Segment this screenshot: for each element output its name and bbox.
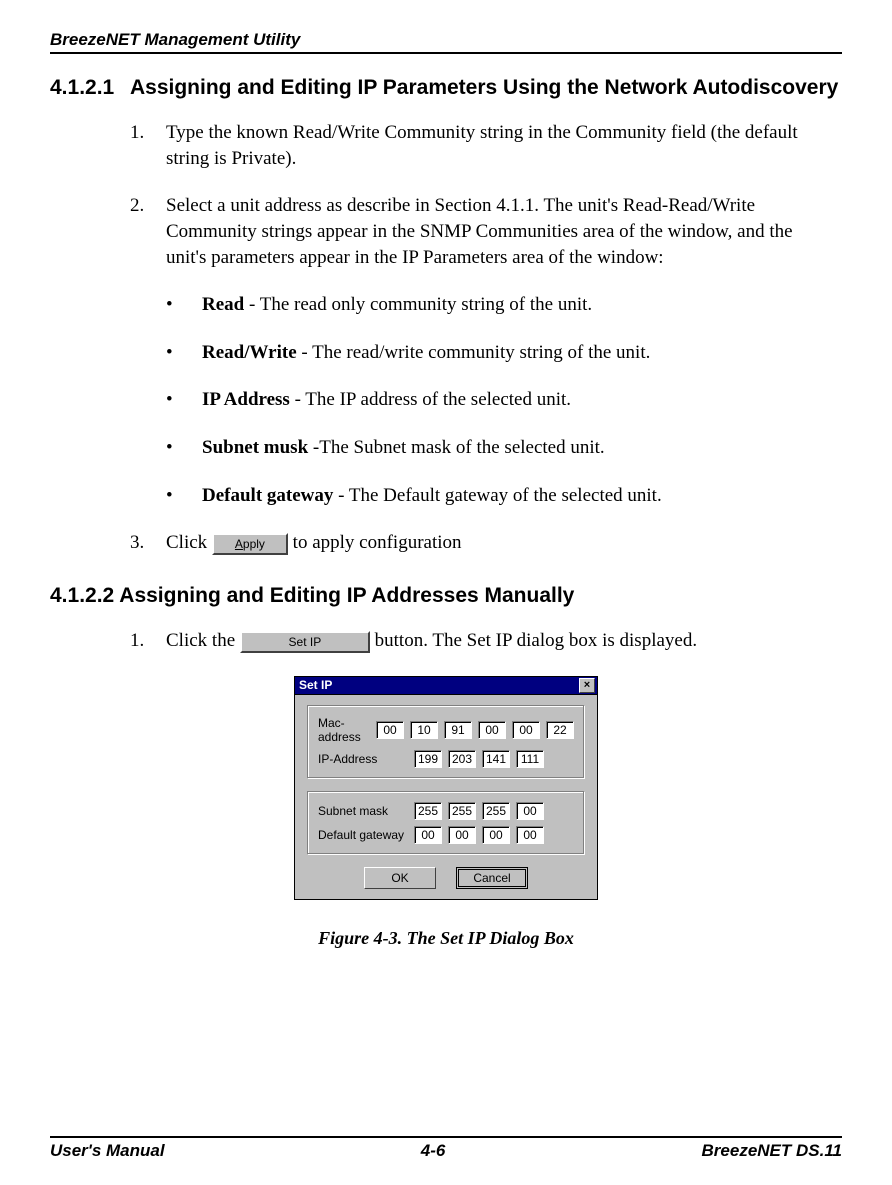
bullet-icon: • (166, 435, 202, 461)
bullet-text: - The read only community string of the … (244, 294, 592, 315)
subnet-field-3[interactable]: 255 (482, 802, 510, 820)
mac-field-5[interactable]: 00 (512, 721, 540, 739)
footer-center: 4-6 (421, 1141, 446, 1161)
manual-header: BreezeNET Management Utility (50, 30, 842, 54)
footer-right: BreezeNET DS.11 (702, 1141, 842, 1161)
bullet-item: • Read/Write - The read/write community … (166, 340, 832, 366)
ip-field-2[interactable]: 203 (448, 750, 476, 768)
step-text-pre: Click the (166, 630, 240, 651)
bullet-text: - The read/write community string of the… (297, 342, 651, 363)
step-text: Select a unit address as describe in Sec… (166, 193, 832, 270)
mac-address-label: Mac-address (318, 716, 376, 744)
gateway-row: Default gateway 00 00 00 00 (318, 826, 574, 844)
section-number: 4.1.2.1 (50, 76, 130, 100)
step-2: 2. Select a unit address as describe in … (130, 193, 832, 270)
ip-field-3[interactable]: 141 (482, 750, 510, 768)
step-text-post: button. The Set IP dialog box is display… (370, 630, 697, 651)
step-number: 1. (130, 120, 166, 171)
mac-field-1[interactable]: 00 (376, 721, 404, 739)
gateway-field-1[interactable]: 00 (414, 826, 442, 844)
steps-list-2: 1. Click the Set IP button. The Set IP d… (130, 628, 832, 654)
step-number: 2. (130, 193, 166, 270)
bullet-icon: • (166, 292, 202, 318)
steps-list-1b: 3. Click Apply to apply configuration (130, 530, 832, 556)
subnet-row: Subnet mask 255 255 255 00 (318, 802, 574, 820)
mac-field-2[interactable]: 10 (410, 721, 438, 739)
step-text: Type the known Read/Write Community stri… (166, 120, 832, 171)
bullet-list: • Read - The read only community string … (166, 292, 832, 508)
set-ip-button[interactable]: Set IP (240, 631, 370, 653)
set-ip-dialog: Set IP × Mac-address 00 10 91 00 00 22 (294, 676, 598, 900)
gateway-field-3[interactable]: 00 (482, 826, 510, 844)
step-1: 1. Type the known Read/Write Community s… (130, 120, 832, 171)
bullet-icon: • (166, 340, 202, 366)
bullet-label: Subnet musk (202, 437, 308, 458)
bullet-text: - The Default gateway of the selected un… (333, 485, 661, 506)
subnet-field-1[interactable]: 255 (414, 802, 442, 820)
section-title: Assigning and Editing IP Parameters Usin… (130, 76, 842, 100)
bullet-item: • Read - The read only community string … (166, 292, 832, 318)
mac-field-3[interactable]: 91 (444, 721, 472, 739)
step-number: 3. (130, 530, 166, 556)
dialog-body: Mac-address 00 10 91 00 00 22 IP-Address… (294, 695, 598, 900)
bullet-label: Default gateway (202, 485, 333, 506)
subnet-field-2[interactable]: 255 (448, 802, 476, 820)
ip-field-1[interactable]: 199 (414, 750, 442, 768)
bullet-text: - The IP address of the selected unit. (290, 389, 571, 410)
gateway-field-2[interactable]: 00 (448, 826, 476, 844)
footer-left: User's Manual (50, 1141, 165, 1161)
step-text-post: to apply configuration (288, 532, 462, 553)
close-icon[interactable]: × (579, 678, 595, 693)
bullet-text: -The Subnet mask of the selected unit. (308, 437, 605, 458)
network-group: Subnet mask 255 255 255 00 Default gatew… (307, 791, 585, 855)
bullet-label: Read/Write (202, 342, 297, 363)
steps-list-1: 1. Type the known Read/Write Community s… (130, 120, 832, 270)
mac-address-row: Mac-address 00 10 91 00 00 22 (318, 716, 574, 744)
bullet-label: Read (202, 294, 244, 315)
mac-field-6[interactable]: 22 (546, 721, 574, 739)
cancel-button[interactable]: Cancel (456, 867, 528, 889)
bullet-icon: • (166, 483, 202, 509)
section-heading-4-1-2-1: 4.1.2.1 Assigning and Editing IP Paramet… (50, 76, 842, 100)
gateway-label: Default gateway (318, 828, 414, 842)
bullet-item: • IP Address - The IP address of the sel… (166, 387, 832, 413)
apply-button[interactable]: Apply (212, 533, 288, 555)
ok-button[interactable]: OK (364, 867, 436, 889)
apply-button-label: pply (243, 537, 265, 551)
subnet-field-4[interactable]: 00 (516, 802, 544, 820)
bullet-icon: • (166, 387, 202, 413)
step-3: 3. Click Apply to apply configuration (130, 530, 832, 556)
address-group: Mac-address 00 10 91 00 00 22 IP-Address… (307, 705, 585, 779)
set-ip-dialog-figure: Set IP × Mac-address 00 10 91 00 00 22 (50, 676, 842, 900)
mac-field-4[interactable]: 00 (478, 721, 506, 739)
dialog-title: Set IP (299, 678, 332, 692)
ip-address-row: IP-Address 199 203 141 111 (318, 750, 574, 768)
ip-field-4[interactable]: 111 (516, 750, 544, 768)
dialog-titlebar[interactable]: Set IP × (294, 676, 598, 695)
bullet-item: • Default gateway - The Default gateway … (166, 483, 832, 509)
subnet-label: Subnet mask (318, 804, 414, 818)
step-1: 1. Click the Set IP button. The Set IP d… (130, 628, 832, 654)
gateway-field-4[interactable]: 00 (516, 826, 544, 844)
step-number: 1. (130, 628, 166, 654)
page-footer: User's Manual 4-6 BreezeNET DS.11 (50, 1136, 842, 1161)
bullet-item: • Subnet musk -The Subnet mask of the se… (166, 435, 832, 461)
figure-caption: Figure 4-3. The Set IP Dialog Box (50, 928, 842, 949)
ip-address-label: IP-Address (318, 752, 414, 766)
bullet-label: IP Address (202, 389, 290, 410)
section-heading-4-1-2-2: 4.1.2.2 Assigning and Editing IP Address… (50, 584, 842, 608)
dialog-button-row: OK Cancel (307, 867, 585, 889)
step-text-pre: Click (166, 532, 212, 553)
